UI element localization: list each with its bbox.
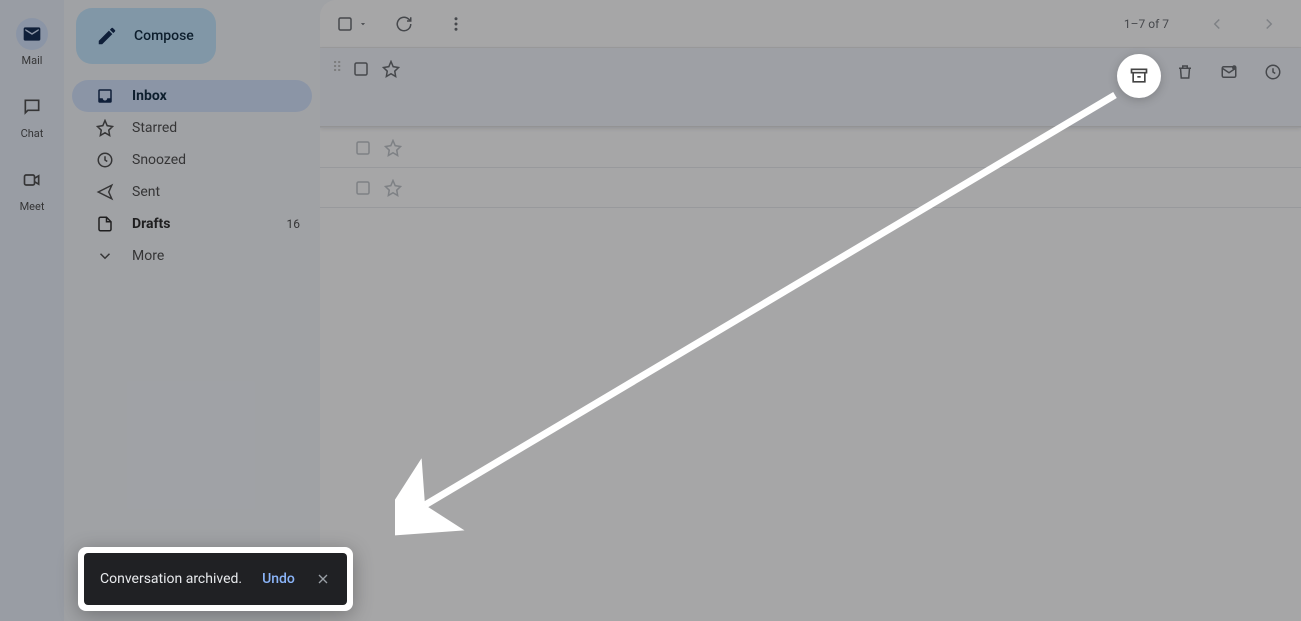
mail-icon	[16, 18, 48, 50]
row-checkbox[interactable]	[354, 139, 372, 157]
mail-row[interactable]	[320, 168, 1301, 208]
toast-message: Conversation archived.	[100, 571, 242, 587]
apprail-meet-label: Meet	[20, 200, 45, 213]
chevron-down-icon	[96, 247, 114, 265]
refresh-button[interactable]	[388, 8, 420, 40]
refresh-icon	[395, 15, 413, 33]
apprail-chat[interactable]: Chat	[16, 91, 48, 140]
sidebar-sent-label: Sent	[132, 184, 300, 200]
sidebar-snoozed-label: Snoozed	[132, 152, 300, 168]
sidebar-drafts-count: 16	[287, 217, 301, 231]
row-star-icon[interactable]	[384, 139, 402, 157]
meet-icon	[16, 164, 48, 196]
pencil-icon	[96, 25, 118, 47]
mail-row[interactable]	[320, 128, 1301, 168]
toast-container: Conversation archived. Undo	[78, 547, 353, 611]
sidebar-item-drafts[interactable]: Drafts 16	[72, 208, 312, 240]
row-delete-button[interactable]	[1169, 56, 1201, 88]
page-count: 1–7 of 7	[1124, 17, 1169, 31]
row-star-icon[interactable]	[382, 60, 400, 78]
mark-unread-icon	[1220, 63, 1238, 81]
apprail-chat-label: Chat	[21, 127, 44, 140]
trash-icon	[1176, 63, 1194, 81]
select-all-dropdown[interactable]	[336, 15, 368, 33]
archive-icon	[1129, 66, 1149, 86]
sidebar-starred-label: Starred	[132, 120, 300, 136]
apprail-meet[interactable]: Meet	[16, 164, 48, 213]
apprail-mail[interactable]: Mail	[16, 18, 48, 67]
app-rail: Mail Chat Meet	[0, 0, 64, 621]
star-icon	[96, 119, 114, 137]
row-markunread-button[interactable]	[1213, 56, 1245, 88]
highlight-circle	[1117, 54, 1161, 98]
sidebar-drafts-label: Drafts	[132, 216, 269, 232]
draft-icon	[96, 215, 114, 233]
clock-icon	[96, 151, 114, 169]
toast-undo-button[interactable]: Undo	[262, 571, 295, 587]
more-vert-icon	[447, 15, 465, 33]
sidebar-item-sent[interactable]: Sent	[72, 176, 312, 208]
chat-icon	[16, 91, 48, 123]
next-page-button[interactable]	[1253, 8, 1285, 40]
send-icon	[96, 183, 114, 201]
row-checkbox[interactable]	[354, 179, 372, 197]
sidebar-item-snoozed[interactable]: Snoozed	[72, 144, 312, 176]
row-star-icon[interactable]	[384, 179, 402, 197]
sidebar-item-more[interactable]: More	[72, 240, 312, 272]
close-icon	[315, 571, 331, 587]
chevron-left-icon	[1208, 15, 1226, 33]
checkbox-icon	[336, 15, 354, 33]
sidebar-inbox-label: Inbox	[132, 88, 300, 104]
row-checkbox[interactable]	[352, 60, 370, 78]
inbox-icon	[96, 87, 114, 105]
compose-button[interactable]: Compose	[76, 8, 216, 64]
toast-close-button[interactable]	[315, 571, 331, 587]
compose-label: Compose	[134, 28, 194, 44]
sidebar-item-starred[interactable]: Starred	[72, 112, 312, 144]
sidebar: Compose Inbox Starred Snoozed Sent Draft…	[64, 0, 320, 621]
row-snooze-button[interactable]	[1257, 56, 1289, 88]
more-actions-button[interactable]	[440, 8, 472, 40]
chevron-right-icon	[1260, 15, 1278, 33]
toast: Conversation archived. Undo	[84, 553, 347, 605]
apprail-mail-label: Mail	[22, 54, 43, 67]
prev-page-button[interactable]	[1201, 8, 1233, 40]
main-panel: 1–7 of 7 ⠿	[320, 0, 1301, 621]
drag-handle-icon[interactable]: ⠿	[332, 60, 340, 76]
toolbar: 1–7 of 7	[320, 0, 1301, 48]
sidebar-item-inbox[interactable]: Inbox	[72, 80, 312, 112]
dropdown-caret-icon	[358, 19, 368, 29]
sidebar-more-label: More	[132, 248, 300, 264]
clock-icon	[1264, 63, 1282, 81]
